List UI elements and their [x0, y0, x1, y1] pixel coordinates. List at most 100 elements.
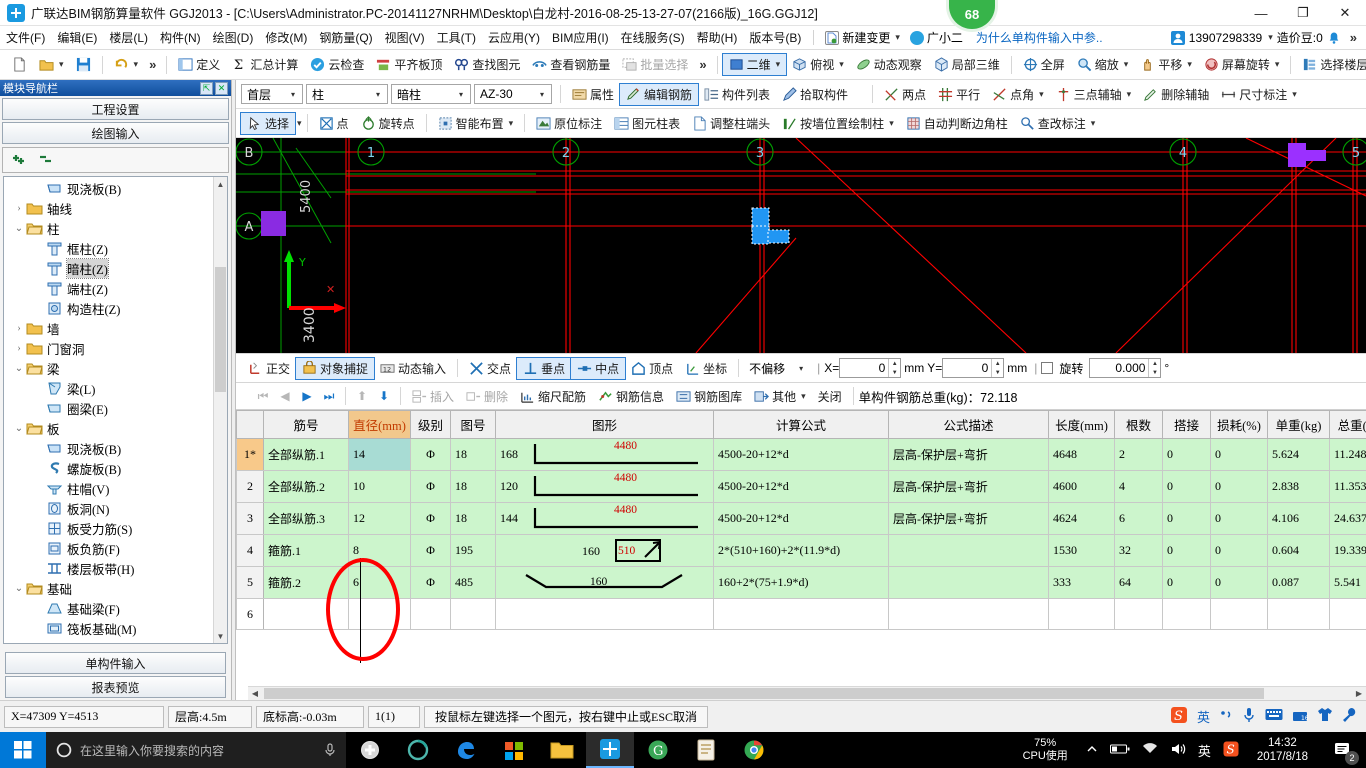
menu-item-rebar[interactable]: 钢筋量(Q) [313, 26, 378, 49]
offset-mode-selector[interactable]: 不偏移 ▾ [744, 358, 810, 378]
tree-item-8[interactable]: › 门窗洞 [4, 338, 213, 358]
rotate-stepper[interactable]: ▲ ▼ [1148, 359, 1160, 377]
formula-desc-cell[interactable] [888, 598, 1049, 630]
formula-desc-cell[interactable] [888, 534, 1049, 567]
snap-midpoint-button[interactable]: 中点 [570, 356, 627, 380]
formula-desc-cell[interactable]: 层高-保护层+弯折 [888, 470, 1049, 503]
skin-icon[interactable] [1317, 707, 1333, 726]
total-weight-cell[interactable]: 24.637 [1329, 502, 1366, 535]
table-row[interactable]: 2 全部纵筋.2 10 Φ 18 120 4480 4500-20+12*d 层高-保护层+弯折… [236, 470, 1366, 503]
chevron-down-icon[interactable]: ▾ [371, 90, 385, 99]
shape-cell[interactable] [495, 598, 714, 630]
tree-item-11[interactable]: 圈梁(E) [4, 398, 213, 418]
undo-button[interactable]: ▾ [108, 55, 145, 74]
ortho-toggle[interactable]: 正交 [242, 358, 296, 379]
other-button[interactable]: 其他 ▾ [748, 386, 812, 407]
open-file-button[interactable]: ▾ [33, 55, 70, 74]
align-slab-top-button[interactable]: 平齐板顶 [370, 54, 448, 75]
snap-coordinate-button[interactable]: 坐标 [679, 358, 733, 379]
chevron-down-icon[interactable]: ▾ [1292, 89, 1297, 100]
col-length[interactable]: 长度(mm) [1048, 410, 1115, 439]
total-weight-cell[interactable]: 5.541 [1329, 566, 1366, 599]
menu-item-tools[interactable]: 工具(T) [431, 26, 482, 49]
count-cell[interactable]: 4 [1114, 470, 1163, 503]
chevron-down-icon[interactable]: ▾ [1268, 32, 1273, 43]
count-cell[interactable]: 6 [1114, 502, 1163, 535]
pick-member-button[interactable]: 拾取构件 [776, 84, 854, 105]
grade-cell[interactable] [410, 598, 451, 630]
tree-item-3[interactable]: 框柱(Z) [4, 238, 213, 258]
keyboard-icon[interactable] [1265, 708, 1283, 725]
task-sogou-icon[interactable] [346, 732, 394, 768]
menu-item-file[interactable]: 文件(F) [0, 26, 51, 49]
new-change-button[interactable]: 新建变更 ▾ [820, 27, 905, 48]
delete-axis-button[interactable]: 删除辅轴 [1137, 84, 1215, 105]
notification-center-button[interactable]: 2 [1326, 732, 1360, 768]
cloud-check-button[interactable]: 云检查 [304, 54, 370, 75]
col-rebar-no[interactable]: 筋号 [263, 410, 349, 439]
task-green-app-icon[interactable]: G [634, 732, 682, 768]
shape-cell[interactable]: 160 510 [495, 534, 714, 567]
three-point-axis-button[interactable]: 三点辅轴 ▾ [1050, 84, 1138, 105]
expand-all-icon[interactable] [11, 151, 28, 169]
chevron-down-icon[interactable]: ▾ [286, 90, 300, 99]
count-cell[interactable]: 64 [1114, 566, 1163, 599]
loss-cell[interactable]: 0 [1210, 534, 1268, 567]
view-rebar-qty-button[interactable]: 查看钢筋量 [526, 54, 616, 75]
col-count[interactable]: 根数 [1114, 410, 1163, 439]
row-number-cell[interactable]: 2 [236, 470, 264, 503]
count-cell[interactable]: 2 [1114, 438, 1163, 471]
select-floor-button[interactable]: 选择楼层 [1296, 54, 1366, 75]
lap-cell[interactable]: 0 [1162, 502, 1211, 535]
scroll-thumb[interactable] [215, 267, 226, 392]
task-explorer-icon[interactable] [538, 732, 586, 768]
shape-cell[interactable]: 160 [495, 566, 714, 599]
last-record-button[interactable]: ⏭ [318, 389, 340, 404]
chevron-down-icon[interactable]: ▾ [839, 59, 844, 70]
tree-scrollbar[interactable]: ▲ ▼ [213, 177, 227, 643]
row-number-cell[interactable]: 6 [236, 598, 264, 630]
task-note-icon[interactable] [682, 732, 730, 768]
lap-cell[interactable] [1162, 598, 1211, 630]
tree-item-16[interactable]: 板洞(N) [4, 498, 213, 518]
formula-cell[interactable]: 4500-20+12*d [713, 502, 889, 535]
chevron-down-icon[interactable]: ▾ [535, 90, 549, 99]
total-weight-cell[interactable]: 19.339 [1329, 534, 1366, 567]
battery-icon[interactable] [1109, 743, 1130, 758]
rotate-input[interactable]: 0.000 ▲ ▼ [1089, 358, 1162, 378]
save-button[interactable] [70, 55, 97, 74]
microphone-icon[interactable] [1242, 707, 1256, 727]
wrench-icon[interactable] [1342, 707, 1358, 726]
smart-layout-button[interactable]: 智能布置 ▾ [432, 113, 520, 134]
first-record-button[interactable]: ⏮ [252, 389, 274, 404]
start-button[interactable] [0, 732, 46, 768]
in-place-annotation-button[interactable]: 原位标注 [530, 113, 608, 134]
chevron-down-icon[interactable]: ▾ [801, 391, 806, 402]
col-diameter[interactable]: 直径(mm) [348, 410, 411, 439]
chevron-down-icon[interactable]: ▾ [59, 59, 64, 70]
grade-cell[interactable]: Φ [410, 502, 451, 535]
chevron-down-icon[interactable]: ▾ [889, 118, 894, 129]
chevron-down-icon[interactable]: ▾ [1127, 89, 1132, 100]
dynamic-input-toggle[interactable]: 12 动态输入 [374, 358, 452, 379]
snap-vertex-button[interactable]: 顶点 [625, 358, 679, 379]
rebar-table-wrapper[interactable]: 筋号 直径(mm) 级别 图号 图形 计算公式 公式描述 长度(mm) 根数 搭… [236, 410, 1366, 700]
chevron-down-icon[interactable]: ▾ [895, 32, 900, 43]
diameter-cell[interactable]: 6 [348, 566, 411, 599]
chevron-down-icon[interactable]: ▾ [1039, 89, 1044, 100]
adjust-column-end-button[interactable]: 调整柱端头 [686, 113, 776, 134]
tree-item-23[interactable]: 集水坑(K) [4, 638, 213, 644]
tree-item-22[interactable]: 筏板基础(M) [4, 618, 213, 638]
move-up-button[interactable]: ⬆ [351, 389, 373, 403]
shape-cell[interactable]: 144 4480 [495, 502, 714, 535]
dimension-button[interactable]: 尺寸标注 ▾ [1215, 84, 1303, 105]
screen-rotate-button[interactable]: 屏幕旋转 ▾ [1198, 54, 1286, 75]
chevron-down-icon[interactable]: ▾ [776, 59, 781, 70]
tree-item-19[interactable]: 楼层板带(H) [4, 558, 213, 578]
formula-desc-cell[interactable]: 层高-保护层+弯折 [888, 438, 1049, 471]
tree-item-9[interactable]: ⌄ 梁 [4, 358, 213, 378]
tree-item-0[interactable]: 现浇板(B) [4, 178, 213, 198]
single-member-input-button[interactable]: 单构件输入 [5, 652, 226, 674]
figure-no-cell[interactable]: 195 [450, 534, 496, 567]
formula-cell[interactable] [713, 598, 889, 630]
